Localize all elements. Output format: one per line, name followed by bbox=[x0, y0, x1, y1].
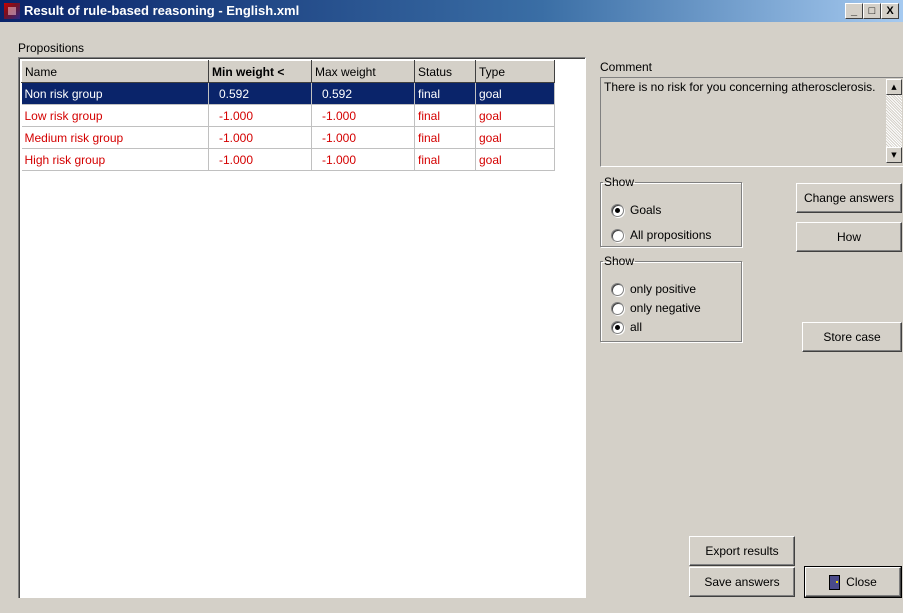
radio-only-negative[interactable]: only negative bbox=[611, 300, 701, 316]
radio-only-negative-label: only negative bbox=[630, 301, 701, 315]
column-header-type[interactable]: Type bbox=[475, 60, 555, 83]
radio-goals[interactable]: Goals bbox=[611, 202, 661, 218]
cell-name: Medium risk group bbox=[21, 126, 209, 149]
radio-unselected-icon bbox=[611, 282, 624, 296]
title-bar[interactable]: Result of rule-based reasoning - English… bbox=[0, 0, 903, 22]
cell-name: Non risk group bbox=[21, 82, 209, 105]
grid-header-row: Name Min weight < Max weight Status Type bbox=[21, 60, 555, 83]
column-header-min-weight[interactable]: Min weight < bbox=[208, 60, 312, 83]
show-filter-group: Show Goals All propositions bbox=[600, 175, 742, 247]
comment-memo[interactable]: There is no risk for you concerning athe… bbox=[600, 77, 903, 167]
cell-name: High risk group bbox=[21, 148, 209, 171]
radio-all-label: all bbox=[630, 320, 643, 334]
table-row[interactable]: High risk group -1.000 -1.000 final goal bbox=[21, 148, 555, 171]
propositions-table: Name Min weight < Max weight Status Type… bbox=[21, 60, 555, 171]
cell-status: final bbox=[414, 82, 476, 105]
cell-name: Low risk group bbox=[21, 104, 209, 127]
cell-type: goal bbox=[475, 82, 555, 105]
radio-only-positive[interactable]: only positive bbox=[611, 281, 696, 297]
cell-min-weight: 0.592 bbox=[208, 82, 312, 105]
show-sign-legend: Show bbox=[604, 254, 635, 268]
cell-status: final bbox=[414, 126, 476, 149]
show-sign-group: Show only positive only negative all bbox=[600, 254, 742, 342]
show-filter-legend: Show bbox=[604, 175, 635, 189]
radio-unselected-icon bbox=[611, 301, 624, 315]
cell-max-weight: -1.000 bbox=[311, 126, 415, 149]
export-results-button[interactable]: Export results bbox=[689, 536, 795, 566]
radio-all-propositions-label: All propositions bbox=[630, 228, 712, 242]
scroll-up-icon[interactable]: ▲ bbox=[886, 79, 902, 95]
cell-status: final bbox=[414, 104, 476, 127]
column-header-max-weight[interactable]: Max weight bbox=[311, 60, 415, 83]
propositions-grid[interactable]: Name Min weight < Max weight Status Type… bbox=[18, 57, 586, 599]
save-answers-button[interactable]: Save answers bbox=[689, 567, 795, 597]
door-icon bbox=[829, 574, 841, 590]
propositions-label: Propositions bbox=[18, 41, 85, 55]
cell-min-weight: -1.000 bbox=[208, 104, 312, 127]
maximize-button[interactable]: □ bbox=[863, 3, 881, 19]
comment-scrollbar[interactable]: ▲ ▼ bbox=[886, 79, 902, 163]
cell-min-weight: -1.000 bbox=[208, 148, 312, 171]
close-button[interactable]: Close bbox=[804, 566, 902, 598]
column-header-name[interactable]: Name bbox=[21, 60, 209, 83]
cell-type: goal bbox=[475, 148, 555, 171]
radio-unselected-icon bbox=[611, 228, 624, 242]
cell-max-weight: -1.000 bbox=[311, 148, 415, 171]
radio-all-propositions[interactable]: All propositions bbox=[611, 227, 711, 243]
how-button[interactable]: How bbox=[796, 222, 902, 252]
radio-goals-label: Goals bbox=[630, 203, 662, 217]
change-answers-button[interactable]: Change answers bbox=[796, 183, 902, 213]
table-row[interactable]: Low risk group -1.000 -1.000 final goal bbox=[21, 104, 555, 127]
cell-type: goal bbox=[475, 126, 555, 149]
column-header-status[interactable]: Status bbox=[414, 60, 476, 83]
result-window: Result of rule-based reasoning - English… bbox=[0, 0, 903, 613]
cell-type: goal bbox=[475, 104, 555, 127]
minimize-button[interactable]: _ bbox=[845, 3, 863, 19]
radio-all[interactable]: all bbox=[611, 319, 642, 335]
comment-text: There is no risk for you concerning athe… bbox=[604, 80, 876, 94]
table-row[interactable]: Medium risk group -1.000 -1.000 final go… bbox=[21, 126, 555, 149]
radio-selected-icon bbox=[611, 203, 624, 217]
window-title: Result of rule-based reasoning - English… bbox=[24, 3, 300, 18]
window-bottom-edge bbox=[0, 598, 903, 613]
cell-min-weight: -1.000 bbox=[208, 126, 312, 149]
radio-only-positive-label: only positive bbox=[630, 282, 697, 296]
cell-max-weight: 0.592 bbox=[311, 82, 415, 105]
table-row[interactable]: Non risk group 0.592 0.592 final goal bbox=[21, 82, 555, 105]
scroll-down-icon[interactable]: ▼ bbox=[886, 147, 902, 163]
close-button-label: Close bbox=[846, 575, 877, 589]
app-logo-icon bbox=[4, 3, 20, 19]
cell-max-weight: -1.000 bbox=[311, 104, 415, 127]
comment-label: Comment bbox=[600, 60, 653, 74]
close-window-button[interactable]: X bbox=[881, 3, 899, 19]
cell-status: final bbox=[414, 148, 476, 171]
radio-selected-icon bbox=[611, 320, 624, 334]
store-case-button[interactable]: Store case bbox=[802, 322, 902, 352]
